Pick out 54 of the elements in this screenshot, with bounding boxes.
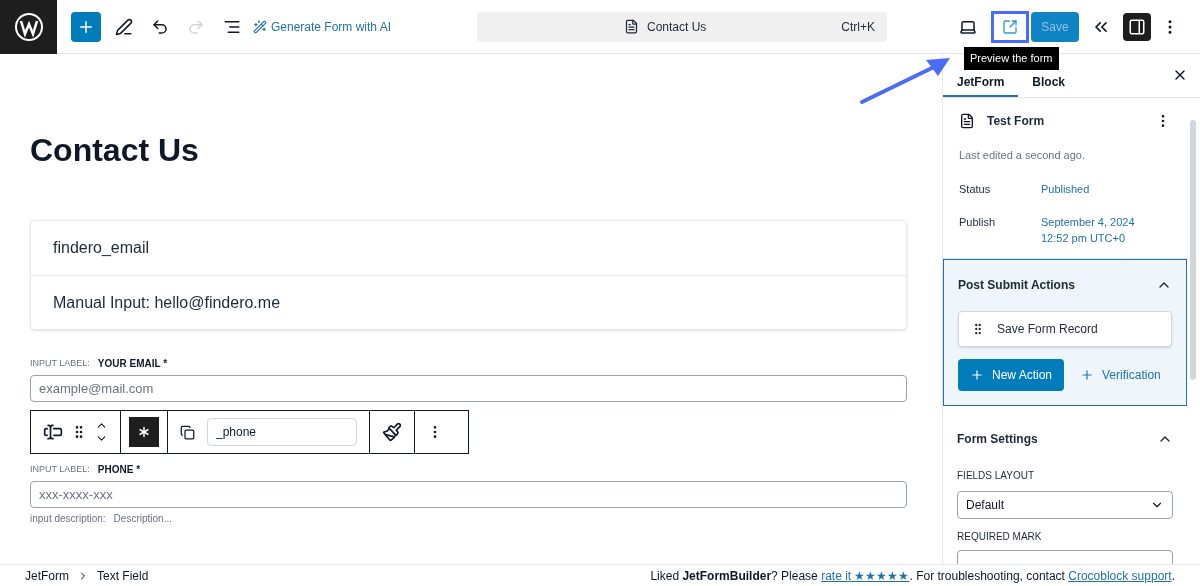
input-field[interactable]: xxx-xxxx-xxx — [30, 481, 907, 508]
add-block-button[interactable] — [71, 11, 101, 42]
label-prefix: INPUT LABEL: — [30, 462, 90, 476]
row-value-link[interactable]: September 4, 2024 12:52 pm UTC+0 — [1041, 214, 1161, 246]
plus-icon — [1080, 368, 1095, 382]
breadcrumb-item[interactable]: Text Field — [97, 566, 149, 585]
description-text: Description... — [113, 512, 172, 526]
form-title: Test Form — [987, 113, 1045, 130]
plus-icon — [970, 368, 984, 382]
field-label: PHONE * — [97, 463, 141, 477]
field-label: YOUR EMAIL * — [97, 357, 168, 371]
row-label: Publish — [959, 215, 997, 230]
info-row-text: Manual Input: hello@findero.me — [53, 292, 281, 313]
panel-header[interactable]: Post Submit Actions — [958, 276, 1172, 294]
magic-wand-icon — [253, 19, 267, 34]
page-title: Contact Us — [30, 134, 200, 166]
row-label: Status — [959, 181, 992, 197]
generate-ai-button[interactable]: Generate Form with AI — [253, 17, 392, 36]
panel-header[interactable]: Form Settings — [957, 430, 1173, 448]
document-icon — [959, 113, 975, 129]
document-icon — [624, 19, 639, 34]
pen-icon[interactable] — [115, 17, 133, 36]
panel-icon — [1128, 17, 1147, 36]
sidebar-tab[interactable]: Block — [1018, 69, 1080, 97]
action-item[interactable]: Save Form Record — [958, 311, 1172, 347]
scrollbar[interactable] — [1190, 120, 1196, 380]
last-edited-text: Last edited a second ago. — [959, 148, 1086, 163]
sidebar-tab[interactable]: JetForm — [943, 69, 1019, 97]
footer-note: Liked JetFormBuilder? Please rate it ★★★★★. For troubleshooting, contact Crocoblock support. — [650, 567, 1175, 585]
label-prefix: INPUT LABEL: — [30, 356, 90, 370]
tooltip: Preview the form — [964, 47, 1059, 70]
required-toggle[interactable] — [129, 417, 159, 447]
info-row-text: findero_email — [53, 238, 150, 258]
external-link-icon — [1002, 18, 1019, 35]
support-link[interactable]: Crocoblock support — [1068, 568, 1172, 583]
document-title-bar[interactable]: Contact Us Ctrl+K — [477, 11, 888, 42]
sidebar-toggle-button[interactable] — [1123, 12, 1152, 41]
verification-button[interactable]: Verification — [1080, 366, 1161, 384]
copy-icon[interactable] — [180, 424, 195, 440]
preview-button[interactable] — [991, 10, 1030, 43]
breadcrumb-item[interactable]: JetForm — [25, 566, 69, 585]
rate-link[interactable]: rate it ★★★★★ — [821, 568, 910, 583]
row-value-link[interactable]: Published — [1041, 180, 1161, 197]
description-prefix: input description: — [30, 512, 106, 526]
input-field[interactable]: example@mail.com — [30, 375, 907, 402]
select-field[interactable]: Default — [957, 491, 1173, 519]
setting-label: FIELDS LAYOUT — [957, 469, 1036, 483]
text-field-icon[interactable] — [43, 422, 63, 442]
new-action-button[interactable]: New Action — [958, 359, 1065, 391]
brush-icon[interactable] — [382, 422, 402, 442]
undo-icon[interactable] — [151, 17, 169, 36]
wordpress-logo-icon[interactable] — [0, 0, 57, 54]
field-name-input[interactable]: _phone — [207, 418, 357, 446]
setting-label: REQUIRED MARK — [957, 530, 1043, 544]
